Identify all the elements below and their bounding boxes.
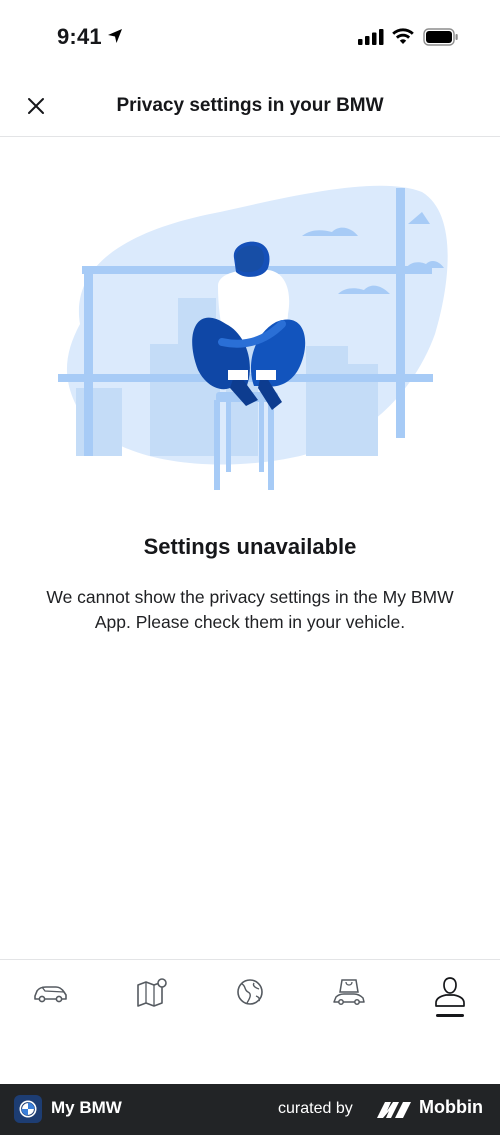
profile-icon — [435, 977, 465, 1007]
globe-icon — [237, 979, 263, 1005]
person-on-stool-illustration — [58, 185, 448, 490]
status-time: 9:41 — [57, 24, 102, 49]
footer-curated-label: curated by — [278, 1100, 353, 1117]
active-tab-indicator — [436, 1014, 464, 1017]
tab-shop[interactable] — [319, 976, 379, 1032]
footer-app-name: My BMW — [51, 1098, 122, 1117]
map-icon — [137, 978, 167, 1007]
close-icon — [28, 98, 44, 114]
tab-discover[interactable] — [220, 976, 280, 1032]
tab-bar — [0, 959, 500, 1084]
tab-vehicle[interactable] — [20, 976, 80, 1032]
location-arrow-icon — [108, 29, 122, 43]
empty-state-message: We cannot show the privacy settings in t… — [46, 587, 454, 632]
car-icon — [34, 986, 67, 1003]
bmw-logo-icon — [19, 1100, 37, 1118]
navigation-header: Privacy settings in your BMW — [0, 76, 500, 137]
footer-bar: My BMW curated by Mobbin — [0, 1084, 500, 1135]
empty-state-title: Settings unavailable — [143, 534, 357, 559]
page-title: Privacy settings in your BMW — [116, 95, 384, 116]
tab-map[interactable] — [121, 976, 181, 1032]
battery-icon — [423, 28, 458, 46]
tab-profile[interactable] — [420, 976, 480, 1032]
close-button[interactable] — [20, 90, 52, 122]
status-bar: 9:41 — [0, 0, 500, 76]
wifi-icon — [392, 28, 414, 44]
app-logo — [14, 1095, 42, 1123]
mobbin-logo-icon — [377, 1102, 411, 1118]
shop-icon — [333, 979, 365, 1005]
footer-brand: Mobbin — [419, 1097, 483, 1117]
cellular-signal-icon — [358, 29, 384, 45]
